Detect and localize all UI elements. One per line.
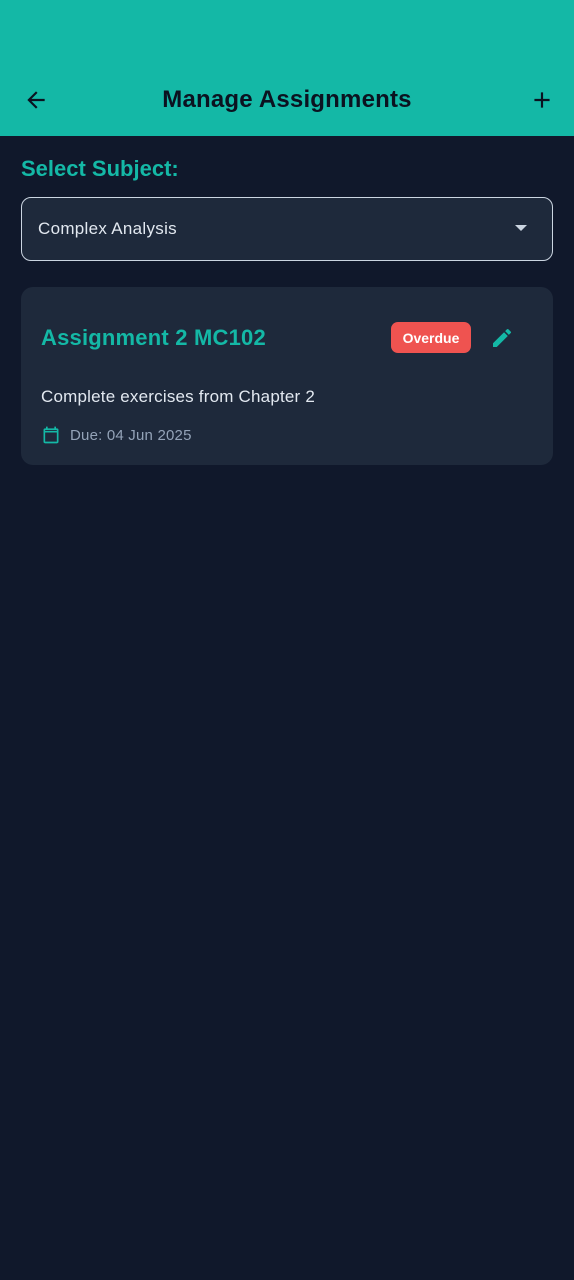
edit-assignment-button[interactable] [489,325,515,351]
pencil-icon [493,328,512,347]
assignment-card[interactable]: Assignment 2 MC102 Overdue Complete exer… [21,287,553,465]
assignment-title: Assignment 2 MC102 [41,325,266,350]
page-title: Manage Assignments [162,86,412,113]
add-assignment-button[interactable] [526,84,558,116]
subject-dropdown[interactable]: Complex Analysis [21,197,553,261]
calendar-icon [43,426,59,444]
status-badge: Overdue [391,322,471,353]
due-date: Due: 04 Jun 2025 [70,426,192,444]
app-bar: Manage Assignments [0,0,574,136]
select-subject-label: Select Subject: [21,156,179,181]
due-date-row: Due: 04 Jun 2025 [41,424,192,446]
plus-icon [534,92,550,108]
caret-down-icon [515,225,527,231]
assignment-description: Complete exercises from Chapter 2 [41,387,315,406]
subject-dropdown-value: Complex Analysis [38,219,177,238]
